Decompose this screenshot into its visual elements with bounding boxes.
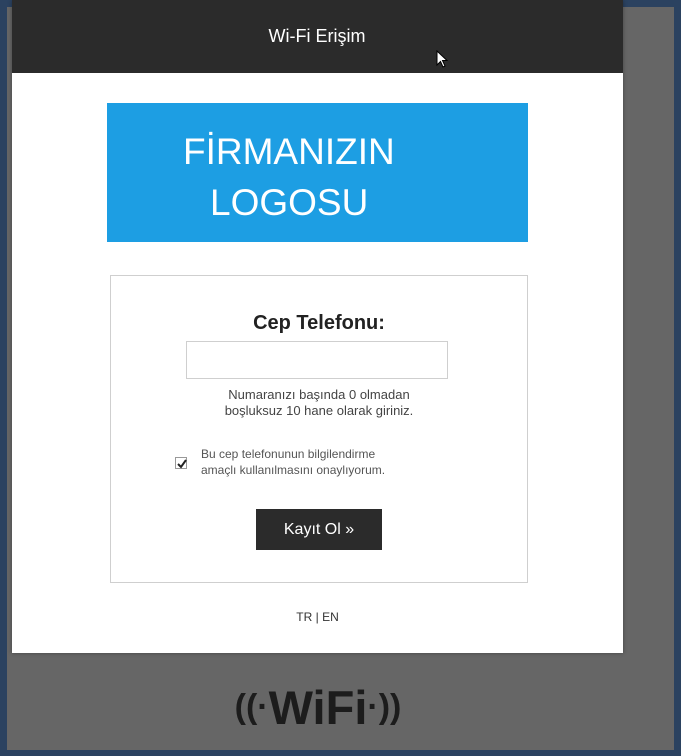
consent-checkbox[interactable] <box>175 457 187 469</box>
lang-tr-link[interactable]: TR <box>296 610 312 624</box>
wifi-logo-text: WiFi <box>268 680 368 734</box>
wifi-left-waves-icon: ((· <box>234 687 269 726</box>
mouse-cursor-icon <box>436 50 449 68</box>
wifi-logo: ((· WiFi ·)) <box>206 676 430 738</box>
phone-input[interactable] <box>186 341 448 379</box>
help-line-1: Numaranızı başında 0 olmadan <box>228 387 410 402</box>
lang-en-link[interactable]: EN <box>322 610 339 624</box>
wifi-right-waves-icon: ·)) <box>367 687 402 726</box>
register-button[interactable]: Kayıt Ol » <box>256 509 382 550</box>
top-bar: Wi-Fi Erişim <box>12 0 623 73</box>
lang-separator: | <box>312 610 323 624</box>
company-logo-placeholder: FİRMANIZIN LOGOSU <box>107 103 528 242</box>
portal-panel: Wi-Fi Erişim FİRMANIZIN LOGOSU Cep Telef… <box>12 0 623 653</box>
logo-line-2: LOGOSU <box>210 182 369 223</box>
phone-help-text: Numaranızı başında 0 olmadan boşluksuz 1… <box>111 387 527 419</box>
login-form: Cep Telefonu: Numaranızı başında 0 olmad… <box>110 275 528 583</box>
help-line-2: boşluksuz 10 hane olarak giriniz. <box>224 403 414 418</box>
consent-line-2: amaçlı kullanılmasını onaylıyorum. <box>201 463 386 477</box>
phone-field-label: Cep Telefonu: <box>253 312 385 334</box>
language-switcher: TR | EN <box>12 610 623 624</box>
logo-line-1: FİRMANIZIN <box>183 131 395 172</box>
page-title: Wi-Fi Erişim <box>268 26 366 46</box>
consent-label: Bu cep telefonunun bilgilendirme amaçlı … <box>201 446 481 478</box>
consent-line-1: Bu cep telefonunun bilgilendirme <box>201 447 376 461</box>
check-icon <box>177 459 187 469</box>
